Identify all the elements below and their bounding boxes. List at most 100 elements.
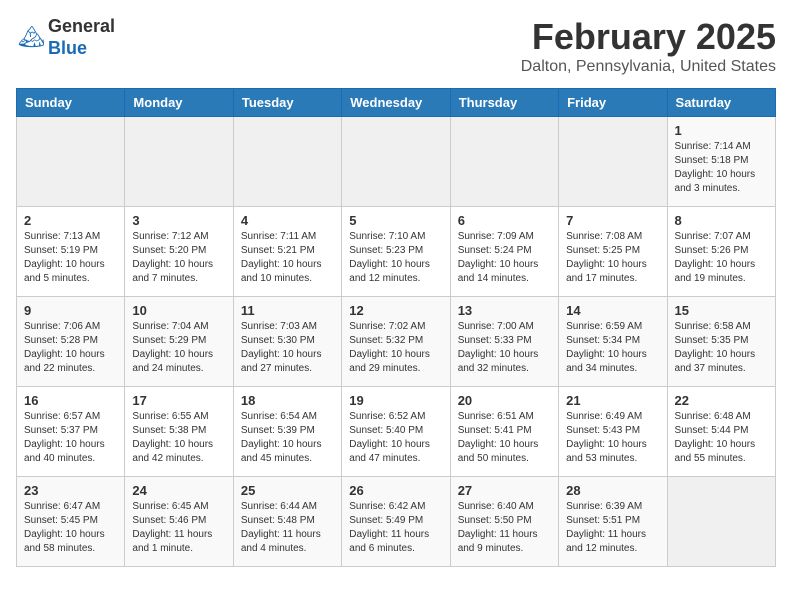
calendar-table: SundayMondayTuesdayWednesdayThursdayFrid… <box>16 88 776 567</box>
calendar-cell: 21 Sunrise: 6:49 AM Sunset: 5:43 PM Dayli… <box>559 387 667 477</box>
day-number: 18 <box>241 393 334 408</box>
calendar-cell <box>125 117 233 207</box>
day-number: 10 <box>132 303 225 318</box>
week-row-4: 16 Sunrise: 6:57 AM Sunset: 5:37 PM Dayli… <box>17 387 776 477</box>
day-number: 26 <box>349 483 442 498</box>
day-number: 24 <box>132 483 225 498</box>
logo: 🏔 General Blue <box>16 16 115 59</box>
calendar-cell: 20Sunrise: 6:51 AM Sunset: 5:41 PM Dayli… <box>450 387 558 477</box>
day-info: Sunrise: 6:40 AM Sunset: 5:50 PM Dayligh… <box>458 500 551 556</box>
day-number: 2 <box>24 213 117 228</box>
week-row-2: 2 Sunrise: 7:13 AM Sunset: 5:19 PM Daylig… <box>17 207 776 297</box>
weekday-header-tuesday: Tuesday <box>233 89 341 117</box>
day-number: 23 <box>24 483 117 498</box>
calendar-cell: 23 Sunrise: 6:47 AM Sunset: 5:45 PM Dayli… <box>17 477 125 567</box>
calendar-cell: 2 Sunrise: 7:13 AM Sunset: 5:19 PM Daylig… <box>17 207 125 297</box>
title-area: February 2025 Dalton, Pennsylvania, Unit… <box>521 16 776 76</box>
day-number: 19 <box>349 393 442 408</box>
calendar-cell: 26 Sunrise: 6:42 AM Sunset: 5:49 PM Dayli… <box>342 477 450 567</box>
day-info: Sunrise: 6:49 AM Sunset: 5:43 PM Dayligh… <box>566 410 659 466</box>
day-info: Sunrise: 6:55 AM Sunset: 5:38 PM Dayligh… <box>132 410 225 466</box>
day-info: Sunrise: 6:47 AM Sunset: 5:45 PM Dayligh… <box>24 500 117 556</box>
day-info: Sunrise: 7:09 AM Sunset: 5:24 PM Dayligh… <box>458 230 551 286</box>
weekday-header-row: SundayMondayTuesdayWednesdayThursdayFrid… <box>17 89 776 117</box>
weekday-header-thursday: Thursday <box>450 89 558 117</box>
day-number: 5 <box>349 213 442 228</box>
calendar-cell: 15Sunrise: 6:58 AM Sunset: 5:35 PM Dayli… <box>667 297 775 387</box>
calendar-cell: 12 Sunrise: 7:02 AM Sunset: 5:32 PM Dayli… <box>342 297 450 387</box>
day-number: 22 <box>675 393 768 408</box>
day-info: Sunrise: 7:06 AM Sunset: 5:28 PM Dayligh… <box>24 320 117 376</box>
day-number: 28 <box>566 483 659 498</box>
weekday-header-friday: Friday <box>559 89 667 117</box>
day-number: 21 <box>566 393 659 408</box>
day-number: 4 <box>241 213 334 228</box>
calendar-cell: 8 Sunrise: 7:07 AM Sunset: 5:26 PM Daylig… <box>667 207 775 297</box>
calendar-cell <box>667 477 775 567</box>
day-info: Sunrise: 7:04 AM Sunset: 5:29 PM Dayligh… <box>132 320 225 376</box>
day-number: 1 <box>675 123 768 138</box>
day-info: Sunrise: 7:14 AM Sunset: 5:18 PM Dayligh… <box>675 140 768 196</box>
day-info: Sunrise: 6:58 AM Sunset: 5:35 PM Dayligh… <box>675 320 768 376</box>
calendar-cell: 4 Sunrise: 7:11 AM Sunset: 5:21 PM Daylig… <box>233 207 341 297</box>
day-number: 11 <box>241 303 334 318</box>
calendar-cell: 1 Sunrise: 7:14 AM Sunset: 5:18 PM Daylig… <box>667 117 775 207</box>
calendar-cell: 24 Sunrise: 6:45 AM Sunset: 5:46 PM Dayli… <box>125 477 233 567</box>
day-number: 8 <box>675 213 768 228</box>
calendar-cell: 17 Sunrise: 6:55 AM Sunset: 5:38 PM Dayli… <box>125 387 233 477</box>
calendar-cell <box>450 117 558 207</box>
week-row-3: 9 Sunrise: 7:06 AM Sunset: 5:28 PM Daylig… <box>17 297 776 387</box>
day-info: Sunrise: 6:42 AM Sunset: 5:49 PM Dayligh… <box>349 500 442 556</box>
day-info: Sunrise: 6:44 AM Sunset: 5:48 PM Dayligh… <box>241 500 334 556</box>
day-info: Sunrise: 7:03 AM Sunset: 5:30 PM Dayligh… <box>241 320 334 376</box>
day-info: Sunrise: 6:59 AM Sunset: 5:34 PM Dayligh… <box>566 320 659 376</box>
day-number: 13 <box>458 303 551 318</box>
calendar-cell: 10 Sunrise: 7:04 AM Sunset: 5:29 PM Dayli… <box>125 297 233 387</box>
day-info: Sunrise: 6:45 AM Sunset: 5:46 PM Dayligh… <box>132 500 225 556</box>
calendar-cell: 5 Sunrise: 7:10 AM Sunset: 5:23 PM Daylig… <box>342 207 450 297</box>
svg-text:🏔: 🏔 <box>18 24 44 49</box>
logo-icon: 🏔 <box>16 24 44 52</box>
calendar-cell: 25Sunrise: 6:44 AM Sunset: 5:48 PM Dayli… <box>233 477 341 567</box>
day-info: Sunrise: 7:12 AM Sunset: 5:20 PM Dayligh… <box>132 230 225 286</box>
day-number: 3 <box>132 213 225 228</box>
calendar-cell <box>559 117 667 207</box>
weekday-header-sunday: Sunday <box>17 89 125 117</box>
day-info: Sunrise: 6:48 AM Sunset: 5:44 PM Dayligh… <box>675 410 768 466</box>
calendar-cell: 11 Sunrise: 7:03 AM Sunset: 5:30 PM Dayli… <box>233 297 341 387</box>
calendar-cell: 18Sunrise: 6:54 AM Sunset: 5:39 PM Dayli… <box>233 387 341 477</box>
logo-blue: Blue <box>48 38 87 58</box>
day-number: 7 <box>566 213 659 228</box>
day-number: 17 <box>132 393 225 408</box>
day-number: 6 <box>458 213 551 228</box>
day-number: 14 <box>566 303 659 318</box>
day-number: 16 <box>24 393 117 408</box>
calendar-cell: 19Sunrise: 6:52 AM Sunset: 5:40 PM Dayli… <box>342 387 450 477</box>
day-info: Sunrise: 7:10 AM Sunset: 5:23 PM Dayligh… <box>349 230 442 286</box>
calendar-cell: 27 Sunrise: 6:40 AM Sunset: 5:50 PM Dayli… <box>450 477 558 567</box>
week-row-1: 1 Sunrise: 7:14 AM Sunset: 5:18 PM Daylig… <box>17 117 776 207</box>
day-info: Sunrise: 7:07 AM Sunset: 5:26 PM Dayligh… <box>675 230 768 286</box>
calendar-cell: 22 Sunrise: 6:48 AM Sunset: 5:44 PM Dayli… <box>667 387 775 477</box>
calendar-cell: 16 Sunrise: 6:57 AM Sunset: 5:37 PM Dayli… <box>17 387 125 477</box>
logo-general: General <box>48 16 115 36</box>
weekday-header-wednesday: Wednesday <box>342 89 450 117</box>
calendar-cell: 28Sunrise: 6:39 AM Sunset: 5:51 PM Dayli… <box>559 477 667 567</box>
day-info: Sunrise: 7:00 AM Sunset: 5:33 PM Dayligh… <box>458 320 551 376</box>
day-number: 9 <box>24 303 117 318</box>
day-info: Sunrise: 6:57 AM Sunset: 5:37 PM Dayligh… <box>24 410 117 466</box>
day-number: 12 <box>349 303 442 318</box>
day-number: 27 <box>458 483 551 498</box>
day-info: Sunrise: 7:13 AM Sunset: 5:19 PM Dayligh… <box>24 230 117 286</box>
header: 🏔 General Blue February 2025 Dalton, Pen… <box>16 16 776 76</box>
calendar-cell: 6 Sunrise: 7:09 AM Sunset: 5:24 PM Daylig… <box>450 207 558 297</box>
week-row-5: 23 Sunrise: 6:47 AM Sunset: 5:45 PM Dayli… <box>17 477 776 567</box>
weekday-header-monday: Monday <box>125 89 233 117</box>
calendar-cell: 3 Sunrise: 7:12 AM Sunset: 5:20 PM Daylig… <box>125 207 233 297</box>
day-info: Sunrise: 7:11 AM Sunset: 5:21 PM Dayligh… <box>241 230 334 286</box>
day-info: Sunrise: 7:02 AM Sunset: 5:32 PM Dayligh… <box>349 320 442 376</box>
calendar-cell <box>17 117 125 207</box>
logo-text: General Blue <box>48 16 115 59</box>
calendar-cell <box>342 117 450 207</box>
weekday-header-saturday: Saturday <box>667 89 775 117</box>
